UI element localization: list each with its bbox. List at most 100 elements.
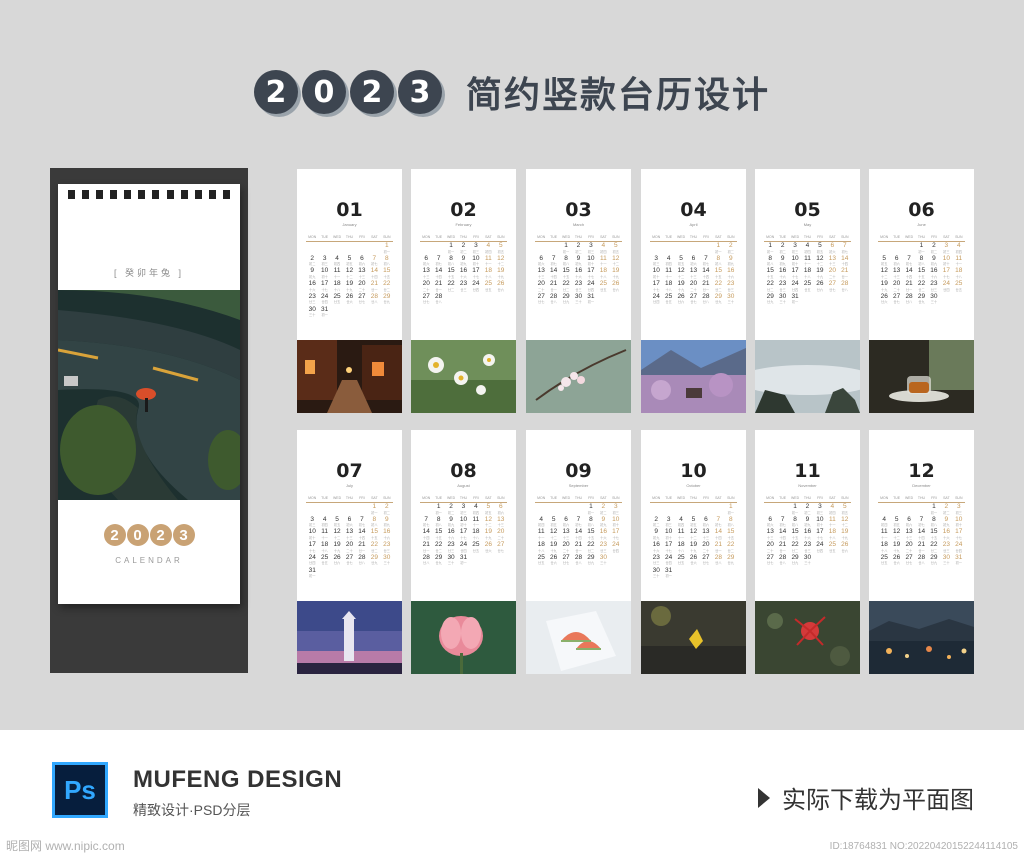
day-cell: 20 二十 [766,541,774,553]
month-card: 11 November MON TUE WED THU FRI SAT SUN 1 初一 2 初二 3 初三… [755,430,860,674]
day-cell: 4 初四 [804,242,811,254]
day-cell: 27 廿七 [905,553,913,566]
cover-year-badges: 2 0 2 3 [58,524,240,546]
weekday-label: SAT [600,496,607,500]
day-cell: 4 初四 [881,515,888,528]
day-cell: 27 廿七 [358,292,366,305]
day-cell: 15 十五 [383,267,391,279]
weekday-label: WED [676,235,686,239]
day-cell: 10 初十 [791,254,799,267]
day-cell: 17 十七 [587,267,595,279]
month-name: October [686,483,701,488]
weekday-header: MON TUE WED THU FRI SAT SUN [535,496,622,503]
day-cell: 28 廿八 [905,292,913,305]
day-cell: 16 十六 [459,267,468,279]
watermark-id: ID:18764831 NO:20220420152244114105 [829,841,1018,852]
day-cell: 23 廿三 [447,541,455,553]
day-cell: 12 十二 [484,515,492,528]
day-blank [331,504,343,515]
weekday-label: THU [345,235,354,239]
day-cell: 3 初三 [612,503,619,515]
day-cell: 12 十二 [497,254,505,267]
day-cell: 21 廿一 [714,541,722,553]
day-cell: 13 十三 [689,267,698,279]
day-cell: 3 初三 [309,515,316,528]
day-cell: 30 三十 [942,553,950,566]
day-cell: 24 廿四 [587,280,595,292]
weekday-header: MON TUE WED THU FRI SAT SUN [420,235,507,242]
month-card: 07 July MON TUE WED THU FRI SAT SUN 1 初一 2 初二 3 初三 4 初四 5… [297,430,402,674]
month-number: 03 [565,199,592,221]
day-cell: 1 初一 [383,242,390,254]
day-cell: 9 初九 [804,515,811,528]
day-cell: 29 廿九 [917,292,926,305]
day-cell: 8 初八 [918,254,925,267]
day-cell: 13 十三 [562,528,570,540]
weekday-label: MON [308,235,317,239]
month-card: 12 December MON TUE WED THU FRI SAT SUN 1 初一 2 初二 3 初三… [869,430,974,674]
weekday-label: MON [880,235,889,239]
day-grid: 1 初一 2 初二 3 初三 4 初四 5 初五 6 初六 7 初七 8 初八 9 初九 10 初十 11 十一 12 十二 1… [535,503,622,566]
weekday-header: MON TUE WED THU FRI SAT SUN [764,235,851,242]
day-cell: 24 廿四 [942,280,950,292]
day-blank [420,504,432,515]
day-cell: 13 十三 [358,267,366,279]
day-cell: 2 初二 [804,503,811,515]
day-cell: 21 廿一 [422,541,430,553]
month-number: 12 [908,460,935,482]
day-cell: 31 初一 [665,566,673,579]
month-card: 05 May MON TUE WED THU FRI SAT SUN 1 初一 2 初二 3 初三 4 初四 5 初… [755,169,860,413]
day-grid: 1 初一 2 初二 3 初三 4 初四 5 初五 6 初六 7 初七 8 初八 9 初九 10 初十 11 十一 12 十二 1… [650,503,737,579]
day-blank [890,504,902,515]
day-cell: 15 十五 [791,528,799,540]
month-name: February [455,222,472,227]
weekday-label: WED [446,496,456,500]
day-blank [764,504,776,515]
weekday-header: MON TUE WED THU FRI SAT SUN [878,496,965,503]
cover-calendar-label: CALENDAR [115,556,183,565]
day-cell: 30 三十 [574,292,583,305]
day-cell: 2 初二 [460,242,467,254]
day-cell: 30 三十 [383,553,391,566]
month-name: January [342,222,357,227]
lotus-photo [411,601,516,674]
day-cell: 10 初十 [472,254,480,267]
day-cell: 14 十四 [574,528,583,540]
month-name: November [798,483,817,488]
day-cell: 17 十七 [612,528,620,540]
day-cell: 2 初二 [779,242,786,254]
weekday-label: THU [689,235,698,239]
month-number: 06 [908,199,935,221]
day-blank [306,504,318,515]
day-cell: 29 廿九 [727,553,735,566]
day-blank [356,504,368,515]
title-year-digit: 0 [301,70,346,114]
day-cell: 5 初五 [612,242,619,254]
day-cell: 23 廿三 [803,541,812,553]
day-cell: 21 廿一 [905,280,913,292]
day-cell: 8 初八 [447,254,455,267]
day-cell: 10 初十 [459,515,468,528]
day-cell: 5 初五 [485,503,492,515]
day-cell: 11 十一 [677,528,685,540]
day-cell: 6 初六 [905,515,913,528]
day-cell: 14 十四 [905,267,913,279]
day-cell: 2 初二 [943,503,950,515]
day-cell: 2 初二 [727,242,734,254]
day-cell: 4 初四 [665,254,672,267]
day-cell: 2 初二 [309,254,316,267]
day-cell: 8 初八 [383,254,390,267]
day-cell: 20 二十 [828,267,836,279]
day-cell: 20 二十 [562,541,570,553]
day-cell: 7 初七 [702,254,710,267]
day-blank [878,504,890,515]
day-cell: 25 廿五 [472,541,480,553]
day-cell: 23 廿三 [652,553,660,566]
day-cell: 28 廿八 [550,292,558,305]
day-cell: 28 廿八 [435,292,443,305]
day-cell: 4 初四 [472,503,480,515]
weekday-label: WED [790,235,800,239]
day-cell: 14 十四 [779,528,787,540]
download-note-text: 实际下载为平面图 [782,787,974,814]
day-blank [368,243,380,254]
